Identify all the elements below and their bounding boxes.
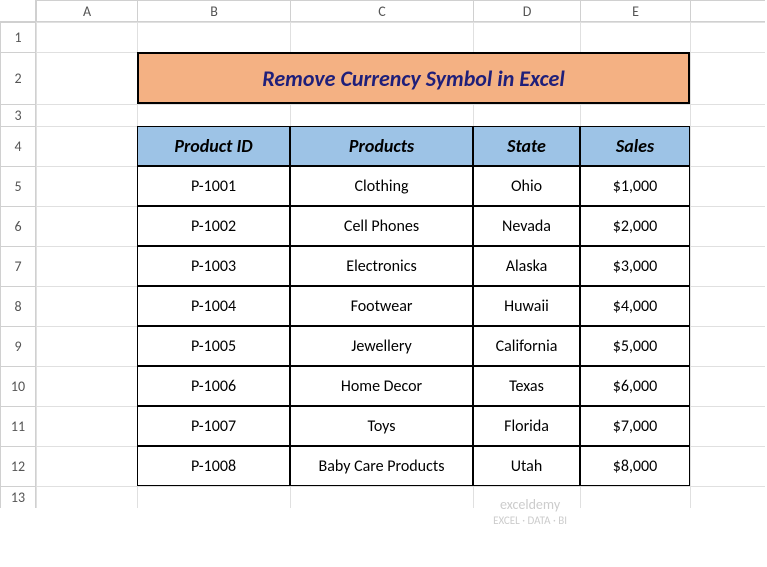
row-header-1[interactable]: 1 [0,22,36,52]
row-header-9[interactable]: 9 [0,326,36,366]
cell-a11[interactable] [36,406,137,446]
table-cell[interactable]: Toys [290,406,473,446]
cell-c1[interactable] [290,22,473,52]
cell-f2[interactable] [690,52,765,104]
watermark-tagline: EXCEL · DATA · BI [493,514,567,527]
cell-a1[interactable] [36,22,137,52]
row-header-13[interactable]: 13 [0,486,36,508]
header-sales[interactable]: Sales [580,126,690,166]
table-cell[interactable]: P-1003 [137,246,290,286]
cell-a10[interactable] [36,366,137,406]
row-header-10[interactable]: 10 [0,366,36,406]
cell-a8[interactable] [36,286,137,326]
col-header-c[interactable]: C [290,0,473,22]
cell-f5[interactable] [690,166,765,206]
table-cell[interactable]: Baby Care Products [290,446,473,486]
cell-a9[interactable] [36,326,137,366]
row-header-2[interactable]: 2 [0,52,36,104]
cell-e1[interactable] [580,22,690,52]
row-header-4[interactable]: 4 [0,126,36,166]
spreadsheet-grid: A B C D E 1 2 Remove Currency Symbol in … [0,0,767,508]
table-cell[interactable]: $2,000 [580,206,690,246]
cell-f1[interactable] [690,22,765,52]
cell-a5[interactable] [36,166,137,206]
cell-a4[interactable] [36,126,137,166]
table-cell[interactable]: $5,000 [580,326,690,366]
table-cell[interactable]: Electronics [290,246,473,286]
cell-b3[interactable] [137,104,290,126]
col-header-blank[interactable] [690,0,765,22]
col-header-d[interactable]: D [473,0,580,22]
table-cell[interactable]: P-1005 [137,326,290,366]
cell-f6[interactable] [690,206,765,246]
table-cell[interactable]: P-1004 [137,286,290,326]
table-cell[interactable]: Home Decor [290,366,473,406]
cell-a7[interactable] [36,246,137,286]
cell-f10[interactable] [690,366,765,406]
header-product-id[interactable]: Product ID [137,126,290,166]
cell-f3[interactable] [690,104,765,126]
row-header-5[interactable]: 5 [0,166,36,206]
cell-f12[interactable] [690,446,765,486]
cell-a2[interactable] [36,52,137,104]
watermark-brand: exceldemy [493,497,567,514]
cell-f7[interactable] [690,246,765,286]
table-cell[interactable]: Huwaii [473,286,580,326]
cell-f11[interactable] [690,406,765,446]
table-cell[interactable]: California [473,326,580,366]
table-cell[interactable]: Footwear [290,286,473,326]
table-cell[interactable]: Nevada [473,206,580,246]
cell-a13[interactable] [36,486,137,508]
title-cell[interactable]: Remove Currency Symbol in Excel [137,52,690,104]
cell-d3[interactable] [473,104,580,126]
table-cell[interactable]: P-1002 [137,206,290,246]
table-cell[interactable]: $7,000 [580,406,690,446]
cell-a3[interactable] [36,104,137,126]
cell-d1[interactable] [473,22,580,52]
header-state[interactable]: State [473,126,580,166]
table-cell[interactable]: Jewellery [290,326,473,366]
col-header-b[interactable]: B [137,0,290,22]
cell-f8[interactable] [690,286,765,326]
table-cell[interactable]: P-1008 [137,446,290,486]
table-cell[interactable]: $3,000 [580,246,690,286]
col-header-e[interactable]: E [580,0,690,22]
col-header-a[interactable]: A [36,0,137,22]
row-header-11[interactable]: 11 [0,406,36,446]
table-cell[interactable]: Texas [473,366,580,406]
table-cell[interactable]: $1,000 [580,166,690,206]
cell-b1[interactable] [137,22,290,52]
table-cell[interactable]: P-1001 [137,166,290,206]
cell-a6[interactable] [36,206,137,246]
row-header-3[interactable]: 3 [0,104,36,126]
cell-f9[interactable] [690,326,765,366]
cell-c3[interactable] [290,104,473,126]
row-header-6[interactable]: 6 [0,206,36,246]
cell-e13[interactable] [580,486,690,508]
cell-e3[interactable] [580,104,690,126]
table-cell[interactable]: $8,000 [580,446,690,486]
row-header-7[interactable]: 7 [0,246,36,286]
table-cell[interactable]: Clothing [290,166,473,206]
table-cell[interactable]: Cell Phones [290,206,473,246]
table-cell[interactable]: Utah [473,446,580,486]
row-header-12[interactable]: 12 [0,446,36,486]
header-products[interactable]: Products [290,126,473,166]
cell-a12[interactable] [36,446,137,486]
watermark: exceldemy EXCEL · DATA · BI [493,497,567,527]
table-cell[interactable]: Alaska [473,246,580,286]
table-cell[interactable]: Ohio [473,166,580,206]
table-cell[interactable]: P-1006 [137,366,290,406]
cell-f4[interactable] [690,126,765,166]
table-cell[interactable]: $4,000 [580,286,690,326]
grid-corner [0,0,36,22]
cell-f13[interactable] [690,486,765,508]
table-cell[interactable]: Florida [473,406,580,446]
table-cell[interactable]: P-1007 [137,406,290,446]
table-cell[interactable]: $6,000 [580,366,690,406]
row-header-8[interactable]: 8 [0,286,36,326]
cell-b13[interactable] [137,486,290,508]
cell-c13[interactable] [290,486,473,508]
